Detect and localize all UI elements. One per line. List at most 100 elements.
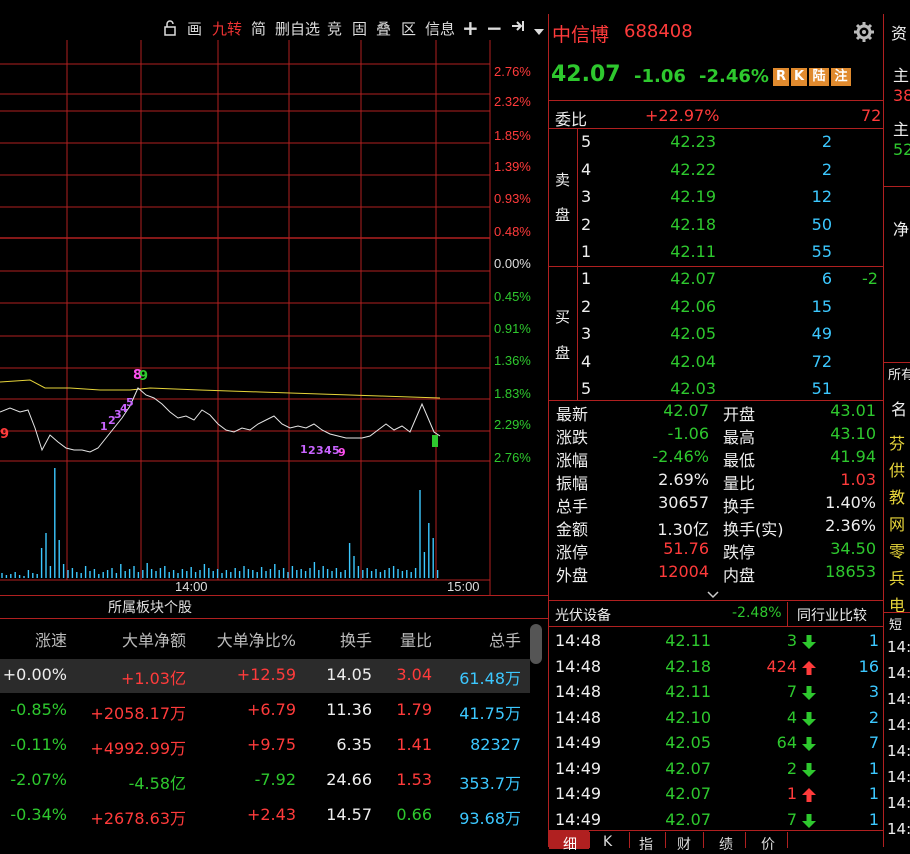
- header-total-hands[interactable]: 总手: [450, 627, 521, 651]
- bottom-tab[interactable]: 价: [761, 834, 775, 854]
- bottom-tab[interactable]: K: [603, 834, 612, 850]
- toolbar-info[interactable]: 信息: [425, 18, 455, 39]
- bids-price: 42.05: [670, 324, 716, 343]
- side-label-2: 38: [893, 86, 910, 105]
- table-row[interactable]: -0.11% +4992.99万 +9.75 6.35 1.41 82327: [0, 729, 530, 763]
- side-time: 14:: [887, 768, 910, 786]
- industry-pct: -2.48%: [732, 605, 782, 621]
- tick-count: 1: [868, 784, 879, 803]
- toolbar-auction[interactable]: 竞: [327, 18, 342, 39]
- sector-stocks-tab[interactable]: 所属板块个股: [108, 597, 192, 617]
- weibi-label: 委比: [555, 110, 588, 129]
- table-header: 涨速 大单净额 大单净比% 换手 量比 总手: [0, 622, 530, 658]
- tick-time: 14:48: [555, 707, 602, 727]
- intraday-chart[interactable]: 2.76% 2.32% 1.85% 1.39% 0.93% 0.48% 0.00% 0.45%…: [0, 40, 548, 596]
- table-cell: +0.00%: [2, 665, 67, 684]
- table-scrollbar[interactable]: [530, 624, 542, 664]
- badge-k[interactable]: K: [791, 68, 807, 86]
- industry-name[interactable]: 光伏设备: [555, 605, 611, 625]
- lock-icon[interactable]: [163, 20, 179, 40]
- stat-label: 内盘: [723, 566, 756, 585]
- table-row[interactable]: +0.00% +1.03亿 +12.59 14.05 3.04 61.48万: [0, 659, 530, 693]
- bottom-tab[interactable]: 细: [563, 834, 577, 854]
- stat-label: 跌停: [723, 543, 756, 562]
- asks-volume: 55: [811, 242, 832, 261]
- toolbar-draw[interactable]: 画: [187, 18, 202, 39]
- asks-level: 5: [581, 132, 592, 151]
- buy-label-2: 盘: [555, 344, 571, 362]
- tick-volume: 7: [786, 682, 797, 701]
- header-big-ratio[interactable]: 大单净比%: [200, 627, 296, 651]
- pct-label: 2.32%: [494, 94, 531, 109]
- badge-r[interactable]: R: [773, 68, 789, 86]
- stat-value: 1.30亿: [657, 520, 709, 539]
- arrow-down-icon: [802, 634, 816, 653]
- bottom-tab[interactable]: 财: [677, 834, 691, 854]
- industry-compare-button[interactable]: 同行业比较: [797, 605, 867, 625]
- arrow-down-icon: [802, 711, 816, 730]
- toolbar-simple[interactable]: 简: [251, 18, 266, 39]
- time-label-1400: 14:00: [175, 579, 208, 594]
- tick-time: 14:49: [555, 784, 602, 803]
- bids-level: 2: [581, 296, 592, 316]
- asks-volume: 12: [811, 187, 832, 206]
- table-row[interactable]: -0.34% +2678.63万 +2.43 14.57 0.66 93.68万: [0, 799, 530, 833]
- table-cell: -0.11%: [10, 735, 67, 754]
- bids-level: 1: [581, 269, 592, 288]
- minus-icon[interactable]: −: [486, 16, 503, 40]
- nine-turn-marker: 2: [308, 444, 316, 457]
- toolbar-overlay[interactable]: 叠: [376, 18, 391, 39]
- table-cell: -0.34%: [10, 805, 67, 824]
- nine-turn-marker: 5: [126, 396, 134, 409]
- table-cell: 6.35: [336, 735, 372, 754]
- table-cell: 24.66: [326, 770, 372, 789]
- tick-price: 42.10: [665, 707, 711, 727]
- bids-level: 4: [581, 351, 592, 371]
- badge-zhu[interactable]: 注: [831, 68, 851, 86]
- table-cell: +6.79: [246, 700, 296, 719]
- arrow-up-icon: [802, 787, 816, 806]
- table-cell: 61.48万: [459, 669, 521, 688]
- toolbar-delete-watchlist[interactable]: 删自选: [275, 18, 320, 39]
- stat-value: 34.50: [830, 539, 876, 558]
- price-change: -1.06: [634, 66, 686, 87]
- bottom-tab[interactable]: 指: [639, 834, 653, 854]
- table-row[interactable]: -0.85% +2058.17万 +6.79 11.36 1.79 41.75万: [0, 694, 530, 728]
- arrow-down-icon: [802, 762, 816, 781]
- side-time: 14:: [887, 742, 910, 760]
- bottom-tab[interactable]: 绩: [719, 834, 733, 854]
- chart-toolbar: 画 九转 简 删自选 竞 固 叠 区 信息 + −: [0, 14, 548, 42]
- header-big-net[interactable]: 大单净额: [90, 627, 186, 651]
- header-volume-ratio[interactable]: 量比: [380, 627, 432, 651]
- add-icon[interactable]: +: [462, 16, 479, 40]
- table-row[interactable]: -2.07% -4.58亿 -7.92 24.66 1.53 353.7万: [0, 764, 530, 798]
- side-label-5: 净: [893, 220, 910, 239]
- pct-axis: 2.76% 2.32% 1.85% 1.39% 0.93% 0.48% 0.00% 0.45%…: [494, 64, 531, 465]
- side-time: 14:: [887, 820, 910, 838]
- header-turnover[interactable]: 换手: [310, 627, 372, 651]
- gear-icon[interactable]: [854, 22, 874, 46]
- side-label-13: 兵: [889, 569, 906, 588]
- nine-turn-marker: 9: [0, 427, 9, 442]
- toolbar-jiuzhuan[interactable]: 九转: [212, 18, 242, 39]
- dropdown-icon[interactable]: [534, 22, 544, 40]
- stat-value: 42.07: [663, 401, 709, 420]
- tick-time: 14:48: [555, 682, 602, 701]
- bids-price: 42.04: [670, 351, 716, 371]
- toolbar-range[interactable]: 区: [401, 18, 416, 39]
- badge-lu[interactable]: 陆: [809, 68, 829, 86]
- time-label-1500: 15:00: [447, 579, 480, 594]
- asks-volume: 50: [811, 214, 832, 234]
- stock-name: 中信博: [552, 24, 610, 46]
- pct-label: 1.39%: [494, 159, 531, 174]
- last-price: 42.07: [551, 62, 621, 87]
- nine-turn-marker: 9: [139, 369, 148, 384]
- header-speed[interactable]: 涨速: [0, 627, 67, 651]
- side-label-7: 名: [891, 400, 908, 419]
- pin-icon[interactable]: [510, 18, 526, 38]
- toolbar-fixed[interactable]: 固: [352, 18, 367, 39]
- stat-value: 43.01: [830, 401, 876, 420]
- side-time: 14:: [887, 716, 910, 734]
- bids-price: 42.06: [670, 296, 716, 316]
- tick-price: 42.07: [665, 809, 711, 829]
